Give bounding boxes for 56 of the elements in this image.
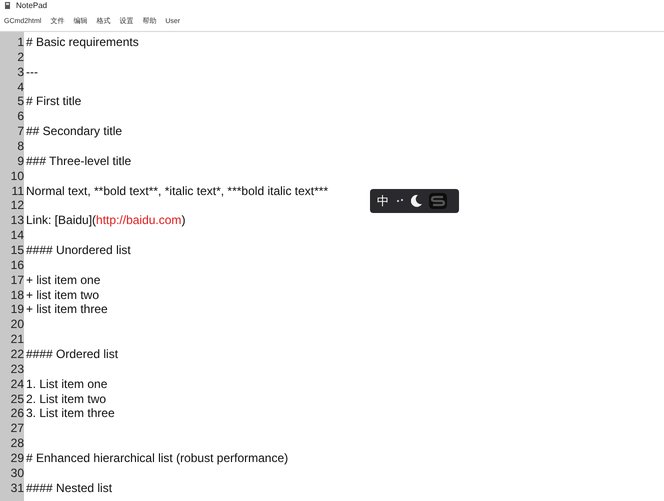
code-line: # First title [26, 94, 82, 110]
line-number: 30 [10, 466, 24, 481]
code-line: + list item one [26, 272, 100, 288]
line-number: 27 [10, 421, 24, 436]
link-text: http://baidu.com [96, 213, 182, 228]
code-line: --- [26, 64, 38, 80]
moon-icon[interactable] [411, 195, 422, 207]
line-number: 6 [16, 109, 24, 124]
line-number: 14 [10, 228, 24, 244]
code-line: #### Nested list [26, 480, 112, 496]
code-line: Normal text, **bold text**, *italic text*, ***bold italic text*** [26, 184, 328, 198]
line-number: 22 [10, 347, 24, 362]
code-line: #### Ordered list [26, 347, 118, 362]
line-number: 20 [10, 317, 24, 332]
code-line: # Enhanced hierarchical list (robust performance) [26, 451, 288, 466]
line-number: 29 [10, 451, 24, 466]
line-number: 9 [16, 154, 24, 169]
code-line: + list item two [26, 288, 100, 302]
code-line: Link: [Baidu]( [26, 213, 96, 228]
line-number: 7 [16, 124, 24, 140]
line-number: 24 [10, 376, 24, 392]
line-number: 28 [10, 436, 24, 452]
code-line: ) [181, 213, 186, 228]
window-title: NotePad [16, 2, 48, 10]
line-number: 10 [10, 168, 24, 184]
app-icon [4, 2, 12, 10]
code-line: ## Secondary title [26, 124, 122, 140]
code-line: ### Three-level title [26, 154, 132, 169]
line-number: 5 [16, 94, 24, 110]
s-logo-icon[interactable] [429, 193, 447, 209]
code-line: 1. List item one [26, 376, 108, 392]
line-number: 2 [16, 50, 24, 65]
line-number: 4 [16, 80, 24, 94]
code-line: 3. List item three [26, 406, 115, 422]
line-number: 11 [10, 184, 24, 198]
punctuation-icon[interactable] [396, 198, 404, 204]
line-number: 16 [10, 258, 24, 273]
code-line: #### Unordered list [26, 243, 131, 258]
code-line: + list item three [26, 302, 108, 318]
code-line: 2. List item two [26, 392, 106, 406]
line-number: 19 [10, 302, 24, 318]
input-mode-toggle[interactable]: 中 [377, 195, 389, 207]
line-number: 23 [10, 362, 24, 377]
line-number: 18 [10, 288, 24, 302]
line-number: 26 [10, 406, 24, 422]
line-number: 25 [10, 392, 24, 406]
line-number: 31 [10, 480, 24, 496]
code-line: # Basic requirements [26, 35, 139, 50]
line-number: 13 [10, 213, 24, 228]
line-number: 1 [16, 35, 24, 50]
line-number: 15 [10, 243, 24, 258]
line-number: 21 [10, 332, 24, 348]
line-number: 12 [10, 198, 24, 214]
line-number: 3 [16, 64, 24, 80]
line-number: 8 [16, 139, 24, 154]
line-number: 17 [10, 272, 24, 288]
